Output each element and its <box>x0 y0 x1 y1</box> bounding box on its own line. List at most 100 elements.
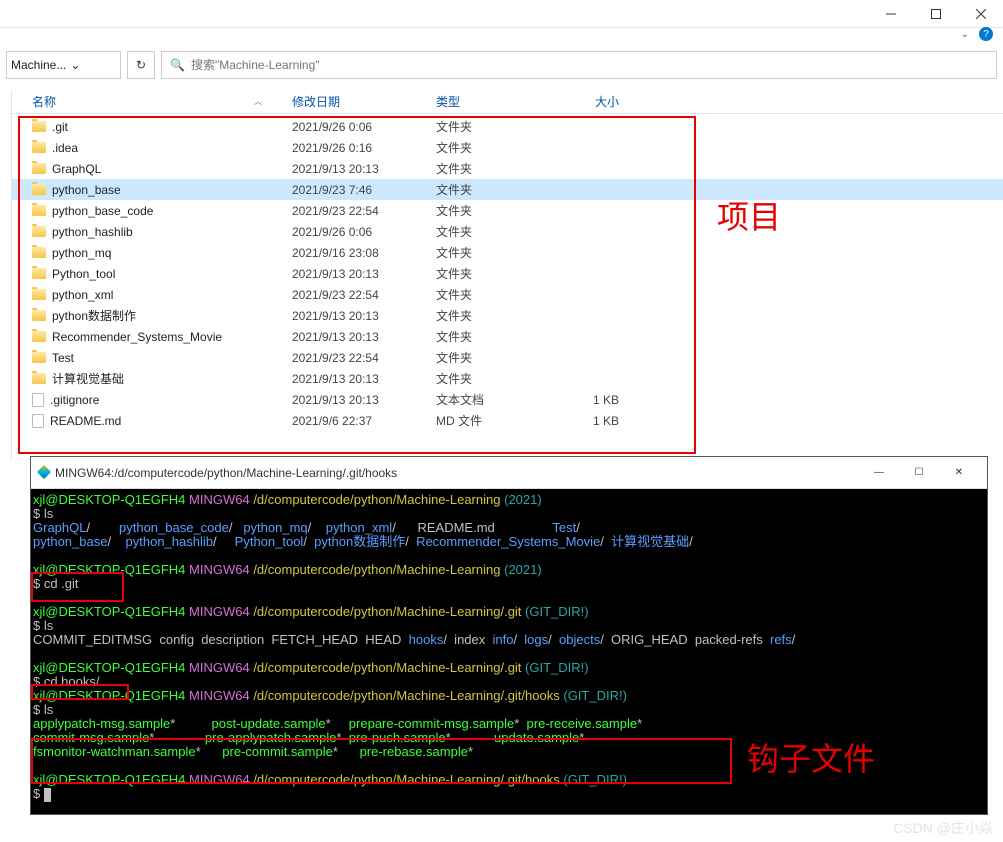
folder-icon <box>32 142 46 153</box>
folder-icon <box>32 268 46 279</box>
terminal-maximize-button[interactable]: ☐ <box>899 458 939 488</box>
file-row[interactable]: .gitignore2021/9/13 20:13文本文档1 KB <box>12 389 1003 410</box>
file-row[interactable]: python_hashlib 2021/9/26 0:06文件夹 <box>12 221 1003 242</box>
file-row[interactable]: 计算视觉基础 2021/9/13 20:13文件夹 <box>12 368 1003 389</box>
refresh-button[interactable]: ↻ <box>127 51 155 79</box>
file-row[interactable]: Test 2021/9/23 22:54文件夹 <box>12 347 1003 368</box>
file-name: python_base <box>52 183 121 197</box>
terminal-close-button[interactable]: ✕ <box>939 458 979 488</box>
breadcrumb-text: Machine... <box>11 58 66 72</box>
terminal-icon <box>39 466 49 480</box>
header-type[interactable]: 类型 <box>436 93 551 110</box>
file-name: Test <box>52 351 74 365</box>
file-type: 文件夹 <box>436 202 551 219</box>
file-date: 2021/9/23 22:54 <box>292 204 436 218</box>
file-date: 2021/9/13 20:13 <box>292 267 436 281</box>
file-type: 文件夹 <box>436 328 551 345</box>
file-date: 2021/9/13 20:13 <box>292 162 436 176</box>
file-name: 计算视觉基础 <box>52 370 124 387</box>
breadcrumb[interactable]: Machine... ⌄ <box>6 51 121 79</box>
file-type: 文件夹 <box>436 223 551 240</box>
file-name: python_base_code <box>52 204 153 218</box>
file-row[interactable]: python_base2021/9/23 7:46文件夹 <box>12 179 1003 200</box>
file-name: Recommender_Systems_Movie <box>52 330 222 344</box>
header-size[interactable]: 大小 <box>551 93 629 110</box>
file-name: .git <box>52 120 68 134</box>
file-date: 2021/9/13 20:13 <box>292 393 436 407</box>
chevron-down-icon[interactable]: ⌄ <box>961 29 969 40</box>
explorer-titlebar <box>0 0 1003 28</box>
file-date: 2021/9/16 23:08 <box>292 246 436 260</box>
file-name: .idea <box>52 141 78 155</box>
file-date: 2021/9/6 22:37 <box>292 414 436 428</box>
file-type: MD 文件 <box>436 412 551 429</box>
file-row[interactable]: python_base_code 2021/9/23 22:54文件夹 <box>12 200 1003 221</box>
terminal-titlebar[interactable]: MINGW64:/d/computercode/python/Machine-L… <box>31 457 987 489</box>
minimize-button[interactable] <box>868 0 913 28</box>
file-row[interactable]: python数据制作2021/9/13 20:13文件夹 <box>12 305 1003 326</box>
file-row[interactable]: python_xml2021/9/23 22:54文件夹 <box>12 284 1003 305</box>
terminal-title: MINGW64:/d/computercode/python/Machine-L… <box>55 466 859 480</box>
close-button[interactable] <box>958 0 1003 28</box>
annotation-label-hooks: 钩子文件 <box>747 734 875 780</box>
watermark: CSDN @庄小焱 <box>893 818 993 838</box>
file-type: 文件夹 <box>436 265 551 282</box>
file-name: README.md <box>50 414 121 428</box>
folder-icon <box>32 184 46 195</box>
file-date: 2021/9/23 7:46 <box>292 183 436 197</box>
search-icon: 🔍 <box>170 58 185 72</box>
maximize-button[interactable] <box>913 0 958 28</box>
file-row[interactable]: python_mq 2021/9/16 23:08文件夹 <box>12 242 1003 263</box>
file-date: 2021/9/13 20:13 <box>292 309 436 323</box>
file-row[interactable]: README.md 2021/9/6 22:37MD 文件1 KB <box>12 410 1003 431</box>
file-type: 文件夹 <box>436 160 551 177</box>
file-name: .gitignore <box>50 393 99 407</box>
file-list: 名称︿ 修改日期 类型 大小 .git2021/9/26 0:06文件夹.ide… <box>12 90 1003 460</box>
file-type: 文件夹 <box>436 286 551 303</box>
folder-icon <box>32 352 46 363</box>
folder-icon <box>32 289 46 300</box>
folder-icon <box>32 226 46 237</box>
file-date: 2021/9/13 20:13 <box>292 330 436 344</box>
file-name: python数据制作 <box>52 307 136 324</box>
sidebar-stub <box>0 90 12 460</box>
file-name: python_xml <box>52 288 113 302</box>
file-row[interactable]: Recommender_Systems_Movie 2021/9/13 20:13… <box>12 326 1003 347</box>
file-icon <box>32 414 44 428</box>
file-size: 1 KB <box>551 414 629 428</box>
file-date: 2021/9/26 0:06 <box>292 225 436 239</box>
help-icon[interactable]: ? <box>979 27 993 41</box>
file-name: python_mq <box>52 246 111 260</box>
folder-icon <box>32 247 46 258</box>
sort-icon: ︿ <box>254 96 262 107</box>
file-type: 文件夹 <box>436 139 551 156</box>
folder-icon <box>32 121 46 132</box>
folder-icon <box>32 310 46 321</box>
folder-icon <box>32 373 46 384</box>
folder-icon <box>32 331 46 342</box>
file-name: GraphQL <box>52 162 101 176</box>
header-name[interactable]: 名称︿ <box>32 93 292 110</box>
column-headers: 名称︿ 修改日期 类型 大小 <box>12 90 1003 114</box>
search-input[interactable] <box>191 58 988 72</box>
annotation-label-project: 项目 <box>717 192 781 238</box>
file-row[interactable]: Python_tool 2021/9/13 20:13文件夹 <box>12 263 1003 284</box>
folder-icon <box>32 163 46 174</box>
search-box[interactable]: 🔍 <box>161 51 997 79</box>
file-type: 文件夹 <box>436 349 551 366</box>
file-row[interactable]: .git2021/9/26 0:06文件夹 <box>12 116 1003 137</box>
file-date: 2021/9/26 0:16 <box>292 141 436 155</box>
terminal-minimize-button[interactable]: — <box>859 458 899 488</box>
file-row[interactable]: GraphQL 2021/9/13 20:13文件夹 <box>12 158 1003 179</box>
file-row[interactable]: .idea 2021/9/26 0:16文件夹 <box>12 137 1003 158</box>
file-date: 2021/9/13 20:13 <box>292 372 436 386</box>
toolbar: Machine... ⌄ ↻ 🔍 <box>0 40 1003 90</box>
file-name: Python_tool <box>52 267 115 281</box>
header-date[interactable]: 修改日期 <box>292 93 436 110</box>
file-type: 文本文档 <box>436 391 551 408</box>
file-type: 文件夹 <box>436 370 551 387</box>
file-date: 2021/9/23 22:54 <box>292 351 436 365</box>
file-name: python_hashlib <box>52 225 133 239</box>
chevron-down-icon[interactable]: ⌄ <box>66 58 84 72</box>
file-type: 文件夹 <box>436 244 551 261</box>
